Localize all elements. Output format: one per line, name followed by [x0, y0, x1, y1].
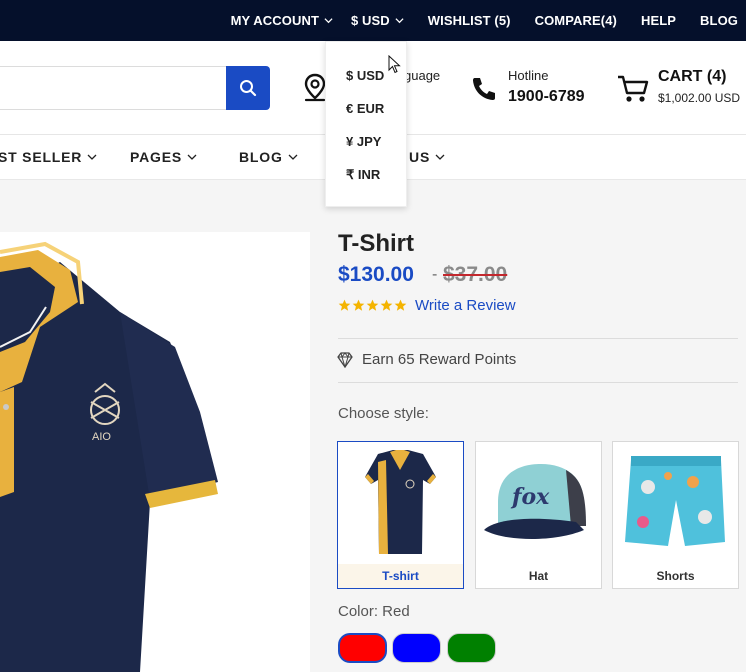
- nav-item-best-seller[interactable]: ST SELLER: [0, 149, 97, 165]
- chevron-down-icon: [395, 18, 404, 24]
- cart-icon[interactable]: [616, 73, 650, 105]
- style-option-label: Shorts: [613, 564, 738, 588]
- style-option-shorts[interactable]: Shorts: [612, 441, 739, 589]
- style-option-tshirt[interactable]: T-shirt: [337, 441, 464, 589]
- star-icon: [366, 299, 379, 311]
- my-account-label: MY ACCOUNT: [230, 13, 319, 28]
- language-label[interactable]: guage: [404, 68, 440, 83]
- shorts-thumbnail: [625, 456, 725, 546]
- star-icon: [338, 299, 351, 311]
- price-separator: -: [432, 266, 438, 283]
- nav-item-blog[interactable]: BLOG: [239, 149, 298, 165]
- nav-item-pages[interactable]: PAGES: [130, 149, 197, 165]
- color-swatch-blue[interactable]: [392, 633, 441, 663]
- tshirt-thumbnail: [365, 450, 436, 554]
- help-link[interactable]: HELP: [641, 13, 676, 28]
- rating-stars: [338, 299, 408, 312]
- write-review-link[interactable]: Write a Review: [415, 297, 516, 314]
- product-price: $130.00: [338, 263, 414, 286]
- svg-text:AIO: AIO: [92, 431, 111, 443]
- hotline-number[interactable]: 1900-6789: [508, 88, 585, 106]
- help-label: HELP: [640, 13, 677, 28]
- blog-link[interactable]: BLOG: [700, 13, 738, 28]
- search-button[interactable]: [226, 66, 270, 110]
- chevron-down-icon: [288, 154, 298, 160]
- divider: [338, 382, 738, 383]
- hotline-label: Hotline: [508, 68, 549, 83]
- star-icon: [394, 299, 407, 311]
- color-swatch-green[interactable]: [447, 633, 496, 663]
- hat-thumbnail: fox: [484, 464, 586, 539]
- currency-menu[interactable]: $ USD: [351, 13, 404, 28]
- diamond-icon: [337, 352, 353, 368]
- cart-label[interactable]: CART (4): [658, 68, 726, 86]
- style-option-label: T-shirt: [338, 564, 463, 588]
- phone-icon: [473, 78, 495, 100]
- chevron-down-icon: [324, 18, 333, 24]
- color-swatch-red[interactable]: [338, 633, 387, 663]
- svg-text:fox: fox: [510, 484, 550, 510]
- wishlist-link[interactable]: WISHLIST (5): [428, 13, 511, 28]
- nav-item-label: PAGES: [130, 149, 182, 165]
- cart-total: $1,002.00 USD: [658, 91, 741, 105]
- blog-label: BLOG: [700, 13, 738, 28]
- product-old-price: $37.00: [443, 263, 508, 286]
- currency-option-inr[interactable]: ₹ INR: [346, 167, 380, 183]
- mouse-cursor-icon: [388, 55, 401, 74]
- nav-item-label: ST SELLER: [0, 149, 83, 165]
- choose-style-label: Choose style:: [338, 405, 429, 422]
- search-icon: [240, 80, 257, 97]
- product-main-image[interactable]: AIO: [0, 232, 310, 672]
- star-icon: [380, 299, 393, 311]
- star-icon: [352, 299, 365, 311]
- chevron-down-icon: [435, 154, 445, 160]
- style-option-hat[interactable]: fox Hat: [475, 441, 602, 589]
- chevron-down-icon: [187, 154, 197, 160]
- top-bar: MY ACCOUNT $ USD WISHLIST (5) COMPARE(4)…: [0, 0, 746, 41]
- style-option-label: Hat: [476, 564, 601, 588]
- chevron-down-icon: [87, 154, 97, 160]
- compare-label: COMPARE(4): [534, 13, 617, 28]
- wishlist-label: WISHLIST (5): [427, 13, 511, 28]
- currency-label: $ USD: [350, 13, 390, 28]
- compare-link[interactable]: COMPARE(4): [535, 13, 617, 28]
- my-account-menu[interactable]: MY ACCOUNT: [231, 13, 333, 28]
- search-input[interactable]: [0, 66, 226, 110]
- reward-points: Earn 65 Reward Points: [362, 351, 517, 368]
- polo-shirt-image: AIO: [0, 241, 218, 672]
- divider: [338, 338, 738, 339]
- currency-option-eur[interactable]: € EUR: [346, 101, 384, 116]
- nav-item-label: BLOG: [239, 149, 283, 165]
- currency-option-jpy[interactable]: ¥ JPY: [346, 134, 381, 149]
- color-label: Color: Red: [338, 603, 410, 620]
- currency-option-usd[interactable]: $ USD: [346, 68, 384, 83]
- product-title: T-Shirt: [338, 230, 414, 257]
